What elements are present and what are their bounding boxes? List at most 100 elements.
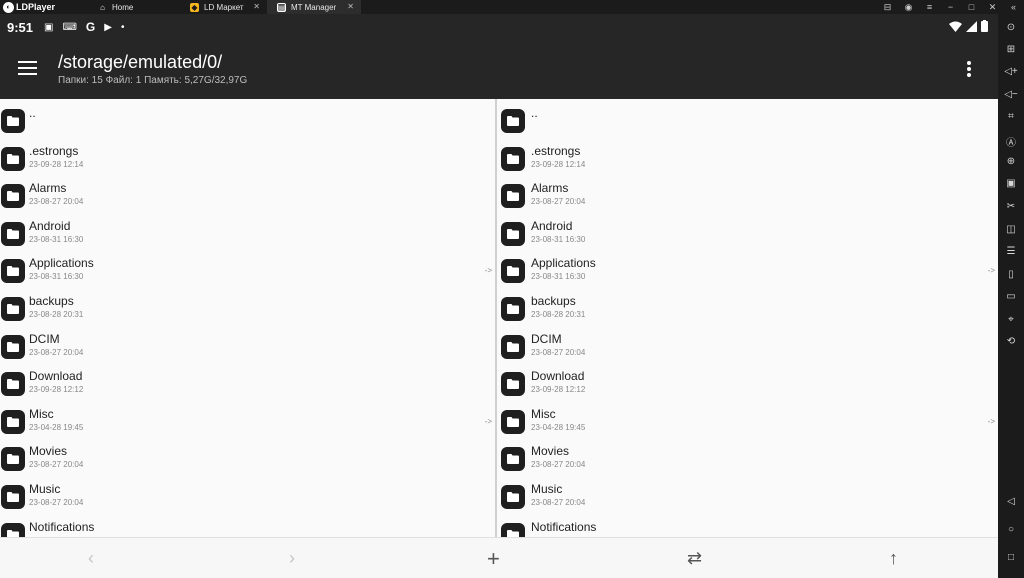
screenshot-icon[interactable]: ⌗	[998, 111, 1024, 122]
sync-icon[interactable]: ☰	[998, 246, 1024, 257]
list-item[interactable]: backups 23-08-28 20:31	[497, 291, 998, 329]
file-name: Download	[531, 369, 585, 384]
file-date: 23-08-27 20:04	[29, 197, 84, 207]
rotate-icon[interactable]: ▯	[998, 269, 1024, 280]
chevron-left-icon[interactable]: ‹	[88, 548, 94, 569]
folder-icon	[1, 221, 25, 246]
list-item[interactable]: ..	[0, 103, 495, 141]
collapse-sidebar-icon[interactable]: «	[1003, 2, 1024, 12]
list-item[interactable]: Misc 23-04-28 19:45 ->	[0, 404, 495, 442]
list-item[interactable]: .estrongs 23-09-28 12:14	[0, 141, 495, 179]
more-options-icon[interactable]	[967, 61, 971, 79]
folder-icon	[501, 447, 525, 472]
window-controls: ⊟ ◉ ≡ − □ ✕ «	[877, 0, 1024, 14]
location-icon[interactable]: ⌖	[998, 314, 1024, 325]
mt-manager-icon: ▤	[277, 2, 286, 12]
back-nav-icon[interactable]: ◁	[998, 496, 1024, 507]
file-date: 23-08-27 20:04	[531, 347, 586, 357]
file-name: Applications	[29, 256, 94, 271]
symlink-indicator: ->	[484, 416, 492, 426]
list-item[interactable]: Alarms 23-08-27 20:04	[497, 178, 998, 216]
file-name: Alarms	[531, 181, 569, 196]
keyboard-mapping-icon[interactable]: ⊞	[998, 44, 1024, 55]
tab-mt-manager[interactable]: ▤ MT Manager ✕	[267, 0, 361, 14]
volume-down-icon[interactable]: ◁−	[998, 89, 1024, 100]
list-item[interactable]: .estrongs 23-09-28 12:14	[497, 141, 998, 179]
list-item[interactable]: Download 23-09-28 12:12	[497, 366, 998, 404]
folder-icon	[1, 409, 25, 434]
volume-up-icon[interactable]: ◁+	[998, 66, 1024, 77]
file-name: Android	[531, 218, 573, 233]
list-item[interactable]: Movies 23-08-27 20:04	[0, 441, 495, 479]
list-item[interactable]: backups 23-08-28 20:31	[0, 291, 495, 329]
list-item[interactable]: Alarms 23-08-27 20:04	[0, 178, 495, 216]
maximize-icon[interactable]: □	[961, 2, 982, 12]
menu-icon[interactable]: ≡	[919, 2, 940, 12]
gamepad-icon[interactable]: ⊟	[877, 2, 898, 13]
folder-icon[interactable]: ▭	[998, 291, 1024, 302]
folder-icon	[1, 259, 25, 284]
list-item[interactable]: Notifications	[0, 517, 495, 537]
file-date: 23-09-28 12:12	[29, 385, 84, 395]
file-date: 23-08-31 16:30	[531, 234, 586, 244]
notification-a-icon: ▣	[44, 21, 54, 33]
list-item[interactable]: Applications 23-08-31 16:30 ->	[0, 253, 495, 291]
file-name: Music	[531, 482, 563, 496]
list-item[interactable]: Music 23-08-27 20:04	[0, 479, 495, 517]
file-date: 23-08-31 16:30	[29, 272, 84, 282]
file-date: 23-09-28 12:14	[29, 159, 84, 169]
folder-icon	[1, 485, 25, 509]
menu-icon[interactable]	[18, 61, 37, 75]
file-date: 23-08-31 16:30	[29, 234, 84, 244]
bottom-toolbar: ‹ › + ⇄ ↑	[0, 537, 998, 578]
shake-icon[interactable]: ⟲	[998, 336, 1024, 347]
list-item[interactable]: DCIM 23-08-27 20:04	[0, 329, 495, 367]
tab-home[interactable]: ⌂ Home	[88, 0, 180, 14]
file-name: Notifications	[29, 519, 95, 534]
file-name: Applications	[531, 256, 596, 271]
list-item[interactable]: Download 23-09-28 12:12	[0, 366, 495, 404]
file-name: Alarms	[29, 181, 67, 196]
record-icon[interactable]: ▣	[998, 178, 1024, 189]
file-date: 23-08-28 20:31	[29, 310, 84, 319]
ldplayer-logo-icon: ◐	[3, 1, 14, 13]
list-item[interactable]: Android 23-08-31 16:30	[0, 216, 495, 254]
plus-icon[interactable]: +	[487, 546, 500, 572]
multi-instance-icon[interactable]: ◫	[998, 224, 1024, 235]
swap-icon[interactable]: ⇄	[687, 548, 702, 569]
list-item[interactable]: Misc 23-04-28 19:45 ->	[497, 404, 998, 442]
add-apk-icon[interactable]: ⊕	[998, 156, 1024, 167]
scissors-icon[interactable]: ✂	[998, 201, 1024, 212]
minimize-icon[interactable]: −	[940, 2, 961, 12]
file-date: 23-09-28 12:12	[531, 385, 586, 395]
list-item[interactable]: Applications 23-08-31 16:30 ->	[497, 253, 998, 291]
list-item[interactable]: DCIM 23-08-27 20:04	[497, 329, 998, 367]
list-item[interactable]: Music 23-08-27 20:04	[497, 479, 998, 517]
settings-icon[interactable]: ⊙	[998, 22, 1024, 33]
list-item[interactable]: Android 23-08-31 16:30	[497, 216, 998, 254]
file-date: 23-08-27 20:04	[29, 498, 84, 507]
folder-icon	[1, 522, 25, 537]
recents-nav-icon[interactable]: □	[998, 552, 1024, 563]
chevron-right-icon[interactable]: ›	[289, 548, 295, 569]
close-icon[interactable]: ✕	[347, 2, 354, 11]
close-icon[interactable]: ✕	[253, 2, 260, 11]
file-name: backups	[531, 294, 576, 308]
status-time: 9:51	[7, 19, 34, 35]
home-nav-icon[interactable]: ○	[998, 524, 1024, 535]
list-item[interactable]: Movies 23-08-27 20:04	[497, 441, 998, 479]
account-icon[interactable]: ◉	[898, 2, 919, 13]
file-name: ..	[531, 106, 538, 120]
keyboard-icon: ⌨	[62, 21, 77, 33]
file-name: backups	[29, 294, 74, 308]
list-item[interactable]: Notifications	[497, 517, 998, 537]
file-date: 23-08-27 20:04	[531, 460, 586, 470]
close-window-icon[interactable]: ✕	[982, 2, 1003, 13]
folder-icon	[1, 184, 25, 209]
tab-ld-market[interactable]: ◆ LD Маркет ✕	[180, 0, 267, 14]
list-item[interactable]: ..	[497, 103, 998, 141]
auto-click-icon[interactable]: Ⓐ	[998, 134, 1024, 149]
arrow-up-icon[interactable]: ↑	[889, 548, 898, 569]
file-panes: .. .estrongs 23-09-28 12:14 Alarms 23-08-27 …	[0, 99, 998, 537]
folder-icon	[501, 184, 525, 209]
